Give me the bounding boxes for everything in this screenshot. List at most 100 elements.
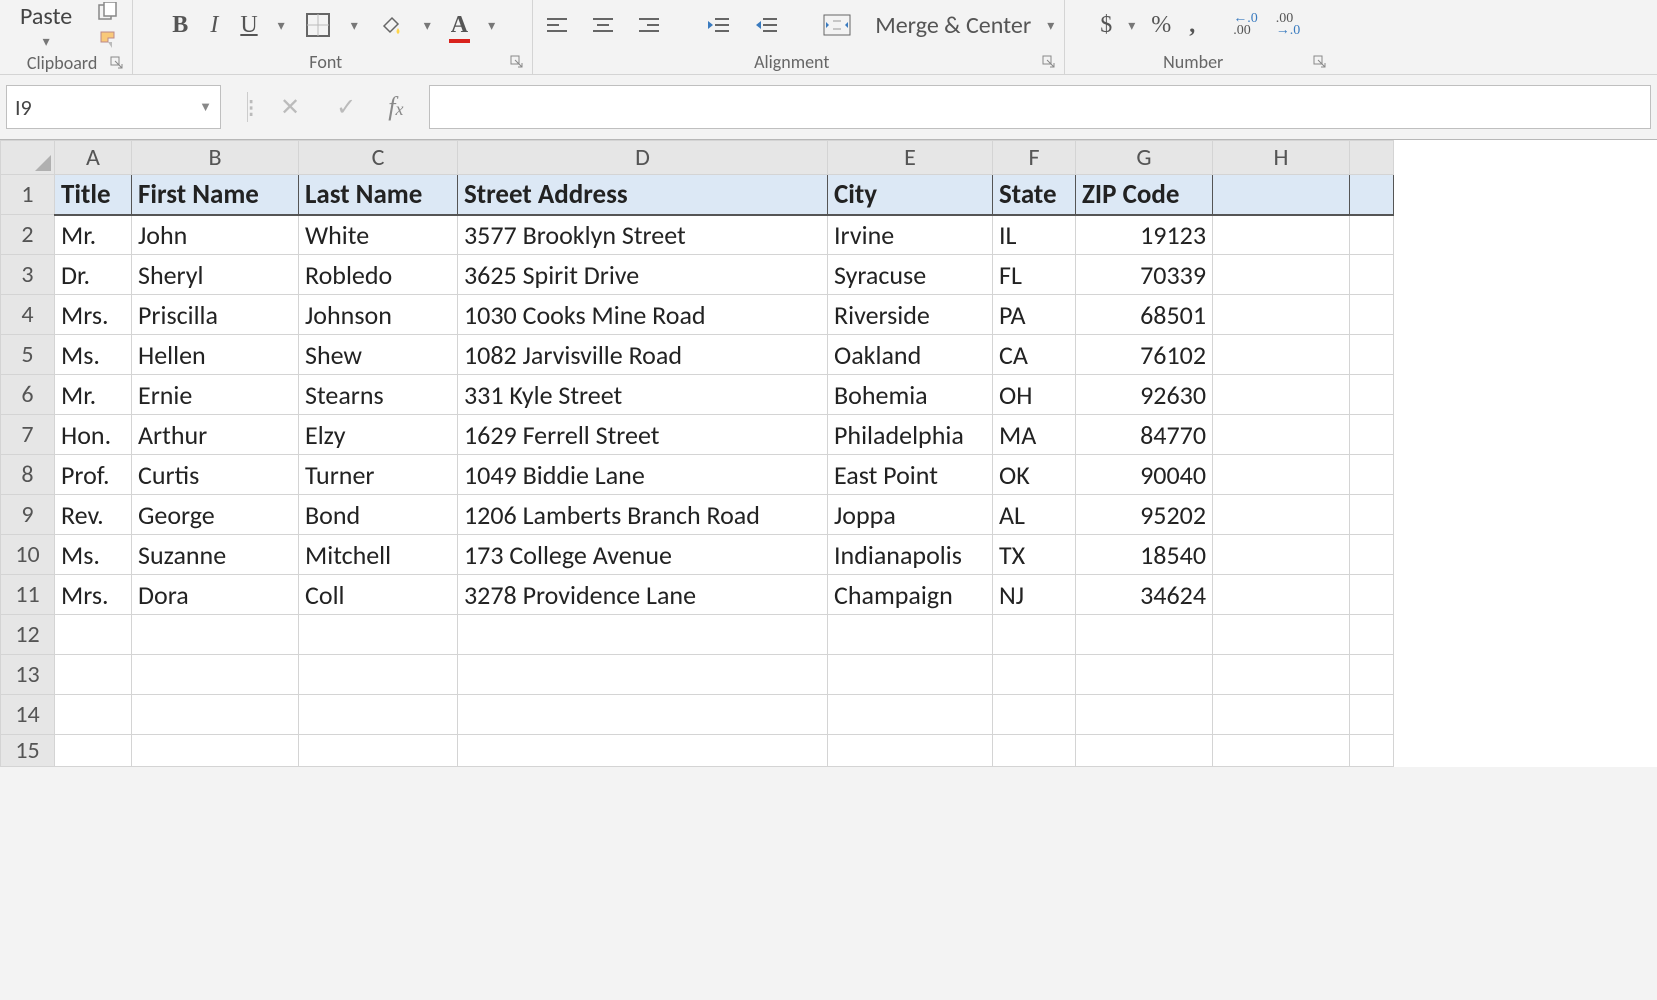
- cell[interactable]: Dora: [132, 575, 299, 615]
- cell[interactable]: [1076, 655, 1213, 695]
- cell[interactable]: Bond: [299, 495, 458, 535]
- cell[interactable]: [132, 615, 299, 655]
- cell[interactable]: 19123: [1076, 215, 1213, 255]
- cell[interactable]: 84770: [1076, 415, 1213, 455]
- cell[interactable]: Stearns: [299, 375, 458, 415]
- cell[interactable]: Philadelphia: [828, 415, 993, 455]
- cell[interactable]: 1082 Jarvisville Road: [458, 335, 828, 375]
- cell[interactable]: Mrs.: [55, 575, 132, 615]
- decrease-indent-button[interactable]: [701, 13, 735, 37]
- cell[interactable]: FL: [993, 255, 1076, 295]
- col-header[interactable]: F: [993, 141, 1076, 175]
- cell[interactable]: Joppa: [828, 495, 993, 535]
- clipboard-dialog-launcher[interactable]: [110, 56, 124, 70]
- cell[interactable]: 173 College Avenue: [458, 535, 828, 575]
- cell[interactable]: [1350, 455, 1394, 495]
- decrease-decimal-button[interactable]: .00→.0: [1272, 11, 1305, 39]
- cell[interactable]: Turner: [299, 455, 458, 495]
- cell[interactable]: 34624: [1076, 575, 1213, 615]
- cell[interactable]: Robledo: [299, 255, 458, 295]
- cell[interactable]: CA: [993, 335, 1076, 375]
- table-header-cell[interactable]: State: [993, 175, 1076, 215]
- comma-format-button[interactable]: ,: [1185, 10, 1199, 41]
- percent-format-button[interactable]: %: [1147, 10, 1175, 41]
- fill-color-button[interactable]: [374, 10, 408, 40]
- cell[interactable]: [1350, 335, 1394, 375]
- cell[interactable]: Suzanne: [132, 535, 299, 575]
- row-header[interactable]: 3: [1, 255, 55, 295]
- cell[interactable]: [132, 695, 299, 735]
- cell[interactable]: [1213, 735, 1350, 767]
- cell[interactable]: [1350, 655, 1394, 695]
- row-header[interactable]: 8: [1, 455, 55, 495]
- cell[interactable]: Coll: [299, 575, 458, 615]
- cell[interactable]: [1076, 615, 1213, 655]
- cell[interactable]: Irvine: [828, 215, 993, 255]
- cell[interactable]: Sheryl: [132, 255, 299, 295]
- table-header-cell[interactable]: ZIP Code: [1076, 175, 1213, 215]
- cell[interactable]: 3577 Brooklyn Street: [458, 215, 828, 255]
- cell[interactable]: [828, 655, 993, 695]
- underline-button[interactable]: U: [236, 10, 261, 41]
- cell[interactable]: [993, 695, 1076, 735]
- row-header[interactable]: 4: [1, 295, 55, 335]
- merge-center-dropdown[interactable]: ▾: [1045, 17, 1056, 34]
- col-header[interactable]: B: [132, 141, 299, 175]
- cell[interactable]: NJ: [993, 575, 1076, 615]
- cell[interactable]: [1350, 295, 1394, 335]
- cell[interactable]: [1213, 655, 1350, 695]
- accounting-format-button[interactable]: $: [1096, 10, 1116, 41]
- cell[interactable]: Johnson: [299, 295, 458, 335]
- bold-button[interactable]: B: [168, 10, 192, 41]
- cell[interactable]: 76102: [1076, 335, 1213, 375]
- cell[interactable]: [1350, 535, 1394, 575]
- cell[interactable]: [1350, 575, 1394, 615]
- cell[interactable]: Shew: [299, 335, 458, 375]
- number-dialog-launcher[interactable]: [1313, 55, 1327, 69]
- cell[interactable]: Mr.: [55, 215, 132, 255]
- row-header[interactable]: 10: [1, 535, 55, 575]
- cell[interactable]: 95202: [1076, 495, 1213, 535]
- cell[interactable]: Mr.: [55, 375, 132, 415]
- cell[interactable]: [458, 655, 828, 695]
- cell[interactable]: 18540: [1076, 535, 1213, 575]
- accept-formula-button[interactable]: ✓: [332, 91, 360, 124]
- cell[interactable]: [55, 695, 132, 735]
- cell[interactable]: IL: [993, 215, 1076, 255]
- cancel-formula-button[interactable]: ✕: [276, 91, 304, 124]
- cell[interactable]: Dr.: [55, 255, 132, 295]
- fill-color-dropdown[interactable]: ▾: [422, 17, 433, 34]
- cell[interactable]: Rev.: [55, 495, 132, 535]
- cell[interactable]: [55, 655, 132, 695]
- cell[interactable]: [299, 655, 458, 695]
- cell[interactable]: Champaign: [828, 575, 993, 615]
- increase-decimal-button[interactable]: ←.0.00: [1229, 11, 1262, 39]
- merge-center-button[interactable]: [819, 12, 855, 38]
- row-header[interactable]: 14: [1, 695, 55, 735]
- select-all-corner[interactable]: [1, 141, 55, 175]
- cell[interactable]: [1213, 495, 1350, 535]
- cell[interactable]: [1213, 335, 1350, 375]
- row-header[interactable]: 1: [1, 175, 55, 215]
- underline-dropdown[interactable]: ▾: [276, 17, 287, 34]
- align-left-button[interactable]: [541, 13, 573, 37]
- row-header[interactable]: 12: [1, 615, 55, 655]
- cell[interactable]: 70339: [1076, 255, 1213, 295]
- cell[interactable]: George: [132, 495, 299, 535]
- cell[interactable]: Syracuse: [828, 255, 993, 295]
- cell[interactable]: 68501: [1076, 295, 1213, 335]
- cell[interactable]: Priscilla: [132, 295, 299, 335]
- accounting-format-dropdown[interactable]: ▾: [1126, 17, 1137, 34]
- cell[interactable]: [1213, 575, 1350, 615]
- align-center-button[interactable]: [587, 13, 619, 37]
- cell[interactable]: Ms.: [55, 535, 132, 575]
- cell[interactable]: [1213, 175, 1350, 215]
- col-header[interactable]: A: [55, 141, 132, 175]
- cell[interactable]: 3278 Providence Lane: [458, 575, 828, 615]
- table-header-cell[interactable]: Title: [55, 175, 132, 215]
- cell[interactable]: [1350, 215, 1394, 255]
- table-header-cell[interactable]: Last Name: [299, 175, 458, 215]
- cell[interactable]: AL: [993, 495, 1076, 535]
- cell[interactable]: [1213, 455, 1350, 495]
- cell[interactable]: Riverside: [828, 295, 993, 335]
